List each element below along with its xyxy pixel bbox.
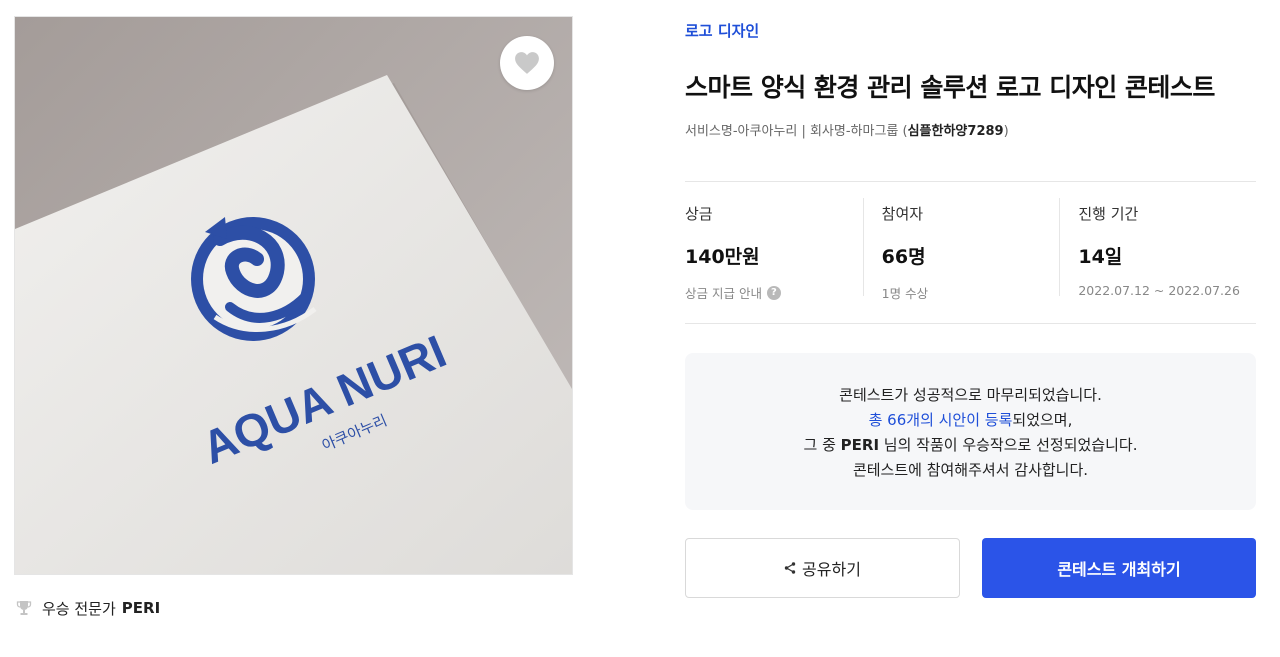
question-icon[interactable]: ? [766, 285, 781, 300]
host-contest-button[interactable]: 콘테스트 개최하기 [982, 538, 1256, 598]
notice-text: 그 중 [803, 436, 841, 454]
contest-title: 스마트 양식 환경 관리 솔루션 로고 디자인 콘테스트 [685, 73, 1215, 102]
contest-category[interactable]: 로고 디자인 [685, 20, 759, 41]
notice-line: 콘테스트가 성공적으로 마무리되었습니다. [839, 386, 1102, 404]
like-button[interactable] [500, 36, 554, 90]
prize-guide[interactable]: 상금 지급 안내? [685, 283, 863, 302]
stat-value: 14일 [1078, 246, 1123, 268]
stat-value: 140만원 [685, 246, 760, 268]
notice-line: 그 중 PERI 님의 작품이 우승작으로 선정되었습니다. [685, 433, 1256, 458]
notice-text: 님의 작품이 우승작으로 선정되었습니다. [879, 436, 1138, 454]
stat-sub-text: 2022.07.12 ~ 2022.07.26 [1078, 283, 1240, 298]
stat-label: 진행 기간 [1078, 205, 1139, 223]
stat-sub-text: 1명 수상 [881, 286, 929, 301]
contest-meta: 서비스명-아쿠아누리 | 회사명-하마그룹 (심플한하양7289) [685, 120, 1009, 139]
stat-sub-text: 상금 지급 안내 [685, 286, 762, 301]
stat-value: 66명 [881, 246, 926, 268]
winner-label: 우승 전문가 [42, 599, 116, 618]
submissions-link[interactable]: 총 66개의 시안이 등록 [869, 411, 1013, 429]
stat-participants: 참여자 66명 1명 수상 [862, 198, 1060, 301]
stat-prize: 상금 140만원 상금 지급 안내? [685, 198, 863, 301]
share-button-label: 공유하기 [802, 560, 861, 579]
share-button[interactable]: 공유하기 [685, 538, 960, 598]
stat-period: 진행 기간 14일 2022.07.12 ~ 2022.07.26 [1059, 198, 1256, 298]
heart-icon [514, 51, 540, 75]
notice-line: 총 66개의 시안이 등록되었으며, [685, 408, 1256, 433]
logo-mockup-illustration: AQUA NURI 아쿠아누리 [15, 17, 572, 574]
divider [685, 323, 1256, 324]
notice-line: 콘테스트에 참여해주셔서 감사합니다. [852, 461, 1089, 479]
winner-info: 우승 전문가 PERI [16, 597, 160, 619]
trophy-icon [16, 600, 32, 616]
contest-result-notice: 콘테스트가 성공적으로 마무리되었습니다. 총 66개의 시안이 등록되었으며,… [685, 353, 1256, 510]
divider [685, 181, 1256, 182]
notice-text: 되었으며, [1012, 411, 1073, 429]
meta-suffix: ) [1003, 124, 1009, 139]
winner-name[interactable]: PERI [122, 599, 160, 617]
contest-stats: 상금 140만원 상금 지급 안내? 참여자 66명 1명 수상 진행 기간 1… [685, 198, 1256, 301]
notice-winner-name: PERI [840, 436, 880, 454]
meta-description: 서비스명-아쿠아누리 | 회사명-하마그룹 ( [685, 124, 908, 139]
aqua-nuri-logo-mark [191, 217, 317, 341]
stat-label: 상금 [685, 205, 713, 223]
contest-author[interactable]: 심플한하양7289 [908, 124, 1004, 139]
stat-label: 참여자 [881, 205, 924, 223]
contest-winning-image[interactable]: AQUA NURI 아쿠아누리 [14, 16, 573, 575]
share-icon [784, 562, 796, 574]
